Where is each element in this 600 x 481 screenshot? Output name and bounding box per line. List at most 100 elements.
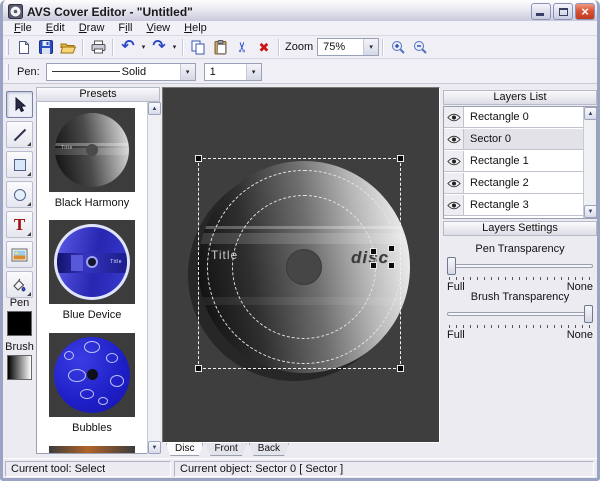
- preset-partial[interactable]: [37, 446, 147, 453]
- pen-style-combobox[interactable]: Solid ▾: [46, 63, 196, 81]
- zoom-out-button[interactable]: [409, 37, 431, 57]
- select-tool-button[interactable]: [6, 91, 33, 118]
- undo-dropdown[interactable]: ▾: [139, 43, 148, 51]
- visibility-toggle[interactable]: [444, 173, 464, 193]
- redo-button[interactable]: ↷: [148, 37, 170, 57]
- brush-transparency-range: Full None: [447, 329, 593, 341]
- toolbar-gripper[interactable]: [6, 39, 9, 55]
- brush-color-swatch[interactable]: [7, 355, 32, 380]
- layer-row[interactable]: Sector 0: [444, 129, 583, 150]
- layer-row[interactable]: Rectangle 2: [444, 173, 583, 194]
- visibility-toggle[interactable]: [444, 107, 464, 127]
- open-button[interactable]: [57, 37, 79, 57]
- visibility-toggle[interactable]: [444, 129, 464, 149]
- ellipse-tool-button[interactable]: [6, 181, 33, 208]
- brush-transparency-slider[interactable]: [447, 305, 593, 323]
- scroll-up-icon[interactable]: ▲: [148, 102, 161, 115]
- new-button[interactable]: [13, 37, 35, 57]
- paste-button[interactable]: [209, 37, 231, 57]
- layer-row[interactable]: Rectangle 3: [444, 195, 583, 216]
- design-canvas[interactable]: Title disc: [162, 87, 440, 443]
- select-arrow-icon: [12, 97, 27, 113]
- app-logo-icon: [8, 4, 23, 19]
- selection-handle-ne[interactable]: [397, 155, 404, 162]
- presets-scrollbar[interactable]: ▲ ▼: [147, 102, 160, 454]
- app-window: AVS Cover Editor - "Untitled" × File Edi…: [0, 0, 600, 481]
- zoom-in-button[interactable]: [387, 37, 409, 57]
- scroll-up-icon[interactable]: ▲: [584, 107, 597, 120]
- layer-name: Rectangle 3: [464, 195, 583, 215]
- line-tool-button[interactable]: [6, 121, 33, 148]
- fill-tool-button[interactable]: [6, 271, 33, 298]
- menu-file[interactable]: File: [7, 21, 39, 35]
- ellipse-tool-icon: [12, 187, 28, 203]
- menu-draw[interactable]: Draw: [72, 21, 112, 35]
- pen-transparency-slider[interactable]: [447, 257, 593, 275]
- content-area: T Pen Brush: [3, 85, 597, 456]
- pen-width-combobox[interactable]: 1 ▾: [204, 63, 262, 81]
- visibility-toggle[interactable]: [444, 151, 464, 171]
- preset-black-harmony[interactable]: Title Black Harmony: [37, 108, 147, 209]
- tab-back[interactable]: Back: [249, 443, 289, 456]
- undo-button[interactable]: ↶: [117, 37, 139, 57]
- close-button[interactable]: ×: [575, 3, 595, 20]
- preset-blue-device[interactable]: Title Blue Device: [37, 220, 147, 321]
- eye-icon: [447, 179, 461, 188]
- scroll-down-icon[interactable]: ▼: [584, 205, 597, 218]
- minimize-button[interactable]: [531, 3, 551, 20]
- tab-disc[interactable]: Disc: [166, 443, 203, 456]
- cut-button[interactable]: ✂: [231, 37, 253, 57]
- layer-row[interactable]: Rectangle 0: [444, 107, 583, 128]
- slider-track[interactable]: [447, 264, 593, 268]
- tool-options-indicator: [27, 292, 31, 296]
- scissors-icon: ✂: [235, 41, 249, 53]
- zoom-combobox[interactable]: 75% ▾: [317, 38, 379, 56]
- pen-color-swatch[interactable]: [7, 311, 32, 336]
- text-tool-button[interactable]: T: [6, 211, 33, 238]
- menu-view[interactable]: View: [139, 21, 177, 35]
- copy-button[interactable]: [187, 37, 209, 57]
- printer-icon: [91, 40, 106, 54]
- tab-front[interactable]: Front: [205, 443, 246, 456]
- save-button[interactable]: [35, 37, 57, 57]
- layer-name: Rectangle 0: [464, 107, 583, 127]
- delete-button[interactable]: ✖: [253, 37, 275, 57]
- pen-style-dropdown-icon[interactable]: ▾: [180, 64, 195, 80]
- scroll-down-icon[interactable]: ▼: [148, 441, 161, 454]
- presets-header: Presets: [36, 87, 160, 102]
- slider-thumb[interactable]: [447, 257, 456, 275]
- sector-angle-handle[interactable]: [388, 245, 395, 252]
- layers-scrollbar[interactable]: ▲ ▼: [583, 107, 596, 218]
- slider-track[interactable]: [447, 312, 593, 316]
- selection-handle-nw[interactable]: [195, 155, 202, 162]
- maximize-button[interactable]: [553, 3, 573, 20]
- open-folder-icon: [60, 41, 76, 54]
- print-button[interactable]: [87, 37, 109, 57]
- sector-angle-handle[interactable]: [370, 248, 377, 255]
- selection-handle-se[interactable]: [397, 365, 404, 372]
- menu-help[interactable]: Help: [177, 21, 214, 35]
- menu-edit[interactable]: Edit: [39, 21, 72, 35]
- presets-panel: Presets Title Black Harmony: [36, 87, 160, 454]
- redo-dropdown[interactable]: ▾: [170, 43, 179, 51]
- status-bar: Current tool: Select Current object: Sec…: [3, 458, 597, 478]
- brush-transparency-label: Brush Transparency: [443, 291, 597, 303]
- eye-icon: [447, 135, 461, 144]
- visibility-toggle[interactable]: [444, 195, 464, 215]
- rectangle-tool-button[interactable]: [6, 151, 33, 178]
- pen-color-label: Pen: [3, 297, 36, 309]
- image-tool-button[interactable]: [6, 241, 33, 268]
- pen-toolbar: Pen: Solid ▾ 1 ▾: [3, 60, 597, 84]
- sector-radius-handle[interactable]: [370, 262, 377, 269]
- eye-icon: [447, 157, 461, 166]
- menu-fill[interactable]: Fill: [111, 21, 139, 35]
- layer-row[interactable]: Rectangle 1: [444, 151, 583, 172]
- sector-radius-handle[interactable]: [388, 262, 395, 269]
- selection-handle-sw[interactable]: [195, 365, 202, 372]
- preset-bubbles[interactable]: Bubbles: [37, 333, 147, 434]
- tool-options-indicator: [27, 142, 31, 146]
- penbar-gripper[interactable]: [6, 64, 9, 80]
- pen-width-dropdown-icon[interactable]: ▾: [246, 64, 261, 80]
- zoom-dropdown-icon[interactable]: ▾: [363, 39, 378, 55]
- slider-thumb[interactable]: [584, 305, 593, 323]
